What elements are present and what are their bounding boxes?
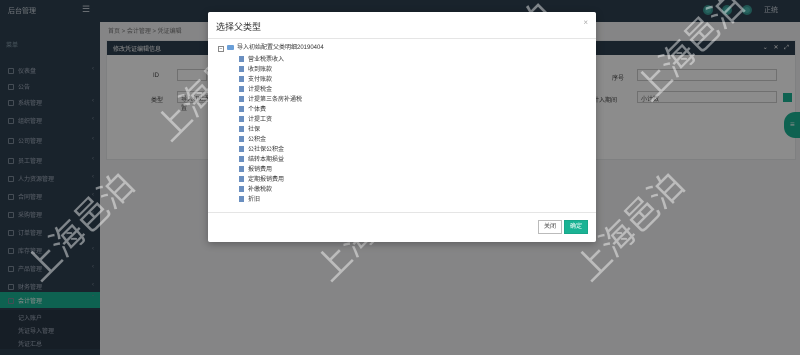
tree-item-label: 收到账款: [248, 67, 273, 73]
tree-item-label: 计提工资: [248, 117, 273, 123]
close-button[interactable]: 关闭: [538, 220, 562, 234]
document-icon: [239, 136, 244, 142]
tree-item-label: 结转本期损益: [248, 157, 285, 163]
divider: [208, 38, 596, 39]
tree-item[interactable]: 计提第三条房补通税: [239, 94, 302, 103]
tree-item[interactable]: 结转本期损益: [239, 154, 284, 163]
tree-item[interactable]: 计提税金: [239, 84, 272, 93]
tree-item[interactable]: 支付账款: [239, 74, 272, 83]
tree-item[interactable]: 折旧: [239, 194, 260, 203]
tree-item-label: 计提税金: [248, 87, 273, 93]
tree-item-label: 报销费用: [248, 167, 273, 173]
document-icon: [239, 156, 244, 162]
document-icon: [239, 116, 244, 122]
close-icon[interactable]: ×: [583, 18, 588, 27]
document-icon: [239, 126, 244, 132]
tree-item-label: 计提第三条房补通税: [248, 97, 303, 103]
tree-item[interactable]: 收到账款: [239, 64, 272, 73]
tree-item-label: 折旧: [248, 197, 261, 203]
document-icon: [239, 106, 244, 112]
document-icon: [239, 176, 244, 182]
tree-root-label: 导入初始配置父类明细20190404: [237, 45, 324, 51]
tree-item[interactable]: 营业税票收入: [239, 54, 284, 63]
tree-item[interactable]: 社保: [239, 124, 260, 133]
tree-item-label: 社保: [248, 127, 261, 133]
tree-item[interactable]: 公积金: [239, 134, 266, 143]
tree-item[interactable]: 定期报销费用: [239, 174, 284, 183]
tree-item[interactable]: 计提工资: [239, 114, 272, 123]
tree-item-label: 补缴税款: [248, 187, 273, 193]
document-icon: [239, 146, 244, 152]
tree-item[interactable]: 个体费: [239, 104, 266, 113]
document-icon: [239, 196, 244, 202]
tree-item-label: 营业税票收入: [248, 57, 285, 63]
document-icon: [239, 66, 244, 72]
document-icon: [239, 96, 244, 102]
divider: [208, 212, 596, 213]
tree-item-label: 公积金: [248, 137, 267, 143]
folder-icon: [227, 45, 234, 50]
document-icon: [239, 86, 244, 92]
collapse-icon[interactable]: −: [218, 46, 224, 52]
tree-item[interactable]: 补缴税款: [239, 184, 272, 193]
tree-root[interactable]: − 导入初始配置父类明细20190404: [218, 42, 324, 52]
document-icon: [239, 76, 244, 82]
tree-item-label: 定期报销费用: [248, 177, 285, 183]
tree-item-label: 个体费: [248, 107, 267, 113]
tree-item[interactable]: 报销费用: [239, 164, 272, 173]
document-icon: [239, 56, 244, 62]
document-icon: [239, 186, 244, 192]
document-icon: [239, 166, 244, 172]
dialog-title: 选择父类型: [216, 22, 262, 32]
tree-item[interactable]: 公社保公积金: [239, 144, 284, 153]
confirm-button[interactable]: 确定: [564, 220, 588, 234]
select-parent-type-dialog: 选择父类型 × − 导入初始配置父类明细20190404 营业税票收入 收到账款 …: [208, 12, 596, 242]
tree-item-label: 公社保公积金: [248, 147, 285, 153]
tree-item-label: 支付账款: [248, 77, 273, 83]
